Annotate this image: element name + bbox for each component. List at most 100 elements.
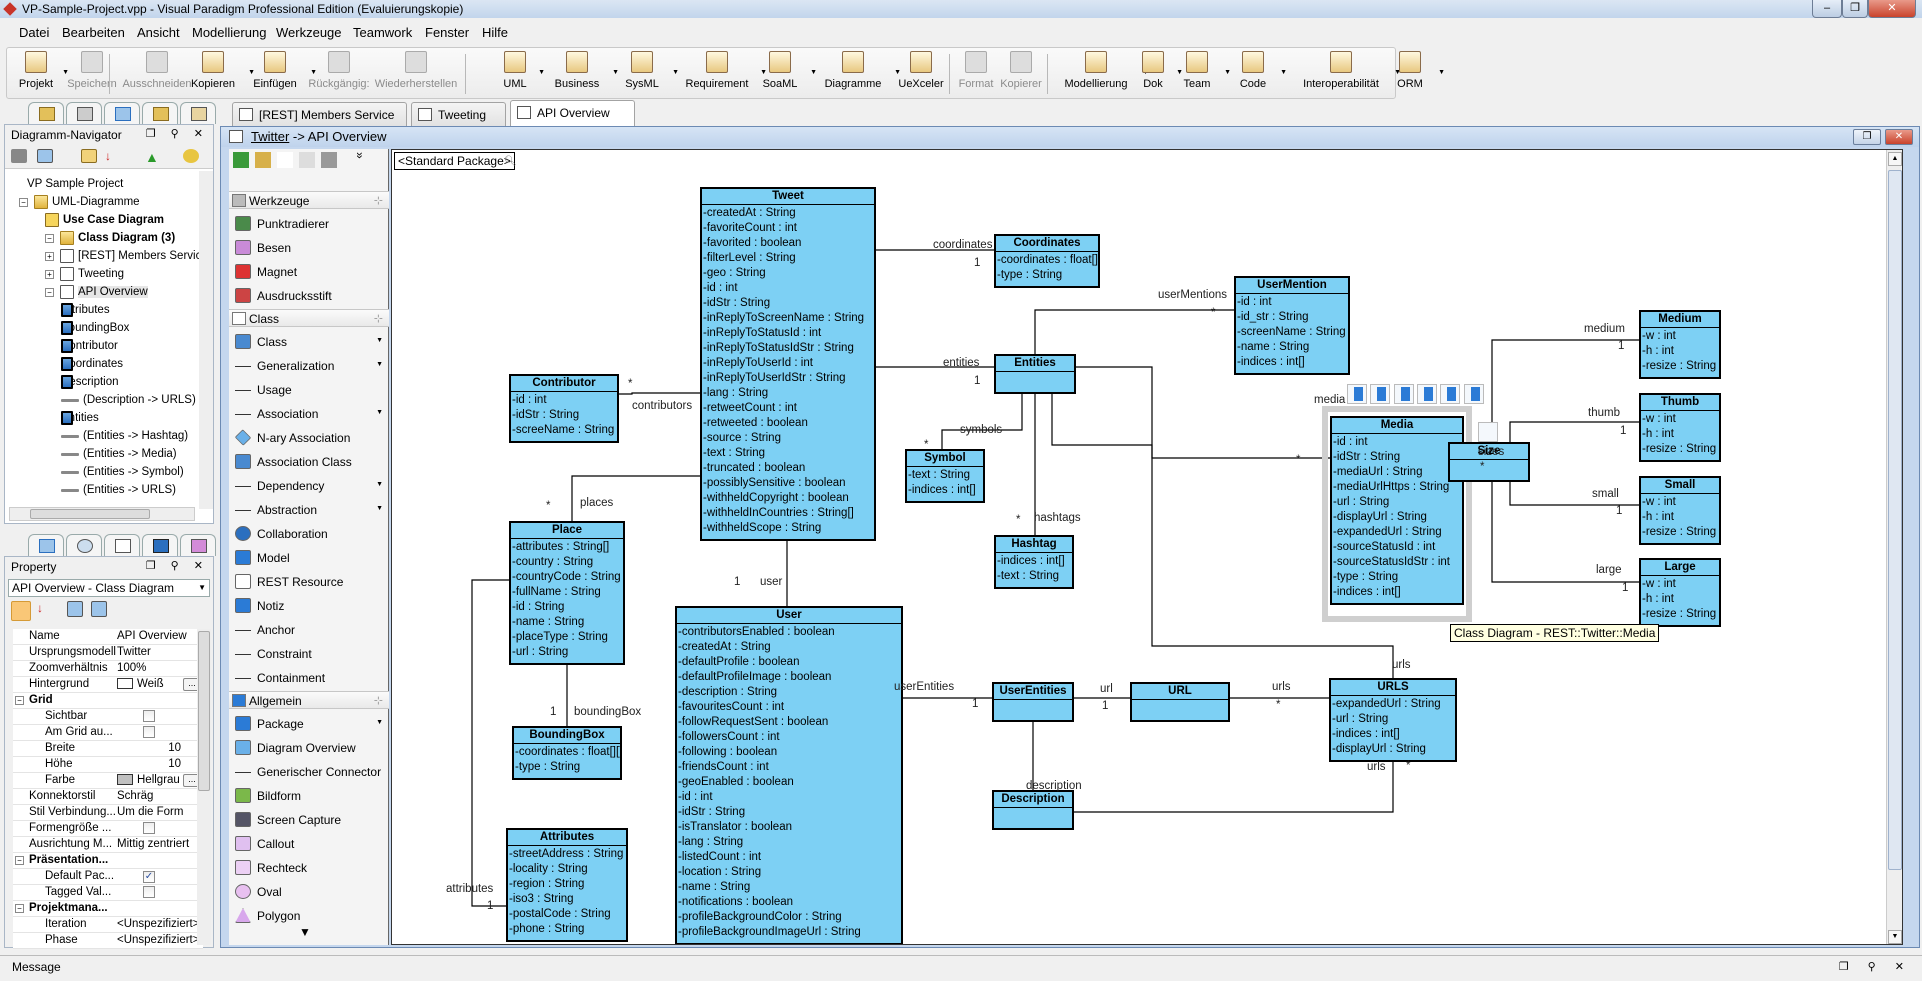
- palette-scroll-down-icon[interactable]: ▼: [299, 925, 311, 939]
- class-attribute[interactable]: -name : String: [511, 615, 623, 630]
- class-attribute[interactable]: -sourceStatusIdStr : int: [1332, 555, 1462, 570]
- property-tab-model-element[interactable]: [180, 534, 216, 556]
- toolbar-kopierer-button[interactable]: Kopierer: [995, 51, 1047, 90]
- property-row[interactable]: − Präsentation...: [13, 853, 203, 869]
- tree-item[interactable]: (Entities -> UserMention): [61, 499, 201, 501]
- toolbar-interoperabilität-button[interactable]: Interoperabilität ▼: [1291, 51, 1401, 90]
- menu-teamwork[interactable]: Teamwork: [353, 25, 412, 40]
- toolbar-sysml-button[interactable]: SysML ▼: [615, 51, 679, 90]
- class-symbol[interactable]: Symbol -text : String -indices : int[]: [905, 449, 985, 503]
- toolbar-projekt-button[interactable]: Projekt ▼: [13, 51, 69, 90]
- toolbar-uexceler-button[interactable]: UeXceler: [893, 51, 949, 90]
- package-selector[interactable]: <Standard Package>: [394, 152, 515, 170]
- toolbar-format-button[interactable]: Format: [953, 51, 999, 90]
- menu-fenster[interactable]: Fenster: [425, 25, 469, 40]
- palette-item-bildform[interactable]: Bildform: [235, 785, 385, 807]
- class-attribute[interactable]: -followRequestSent : boolean: [677, 715, 901, 730]
- class-attribute[interactable]: -createdAt : String: [677, 640, 901, 655]
- class-attribute[interactable]: -inReplyToUserId : int: [702, 356, 874, 371]
- class-attribute[interactable]: -w : int: [1641, 412, 1719, 427]
- navigator-tab-class[interactable]: [104, 102, 140, 124]
- expand-all-icon[interactable]: [67, 601, 83, 617]
- class-attribute[interactable]: -displayUrl : String: [1332, 510, 1462, 525]
- class-attribute[interactable]: -favoriteCount : int: [702, 221, 874, 236]
- class-attribute[interactable]: -text : String: [907, 468, 983, 483]
- sort-icon[interactable]: ↓: [105, 149, 121, 163]
- class-attribute[interactable]: -id : int: [511, 393, 617, 408]
- tree-item[interactable]: (Entities -> Media): [61, 445, 177, 463]
- toolbar-uml-button[interactable]: UML ▼: [495, 51, 545, 90]
- breadcrumb-parent-link[interactable]: Twitter: [251, 129, 289, 144]
- menu-werkzeuge[interactable]: Werkzeuge: [276, 25, 342, 40]
- class-attribute[interactable]: -w : int: [1641, 495, 1719, 510]
- class-attribute[interactable]: -indices : int[]: [996, 554, 1072, 569]
- class-url[interactable]: URL: [1130, 682, 1230, 722]
- dropdown-arrow-icon[interactable]: ▼: [376, 409, 383, 416]
- collapse-icon[interactable]: −: [15, 696, 24, 705]
- toolbar-soaml-button[interactable]: SoaML ▼: [753, 51, 817, 90]
- class-attribute[interactable]: -id : String: [511, 600, 623, 615]
- restore-diagram-button[interactable]: ❐: [1853, 129, 1881, 145]
- class-attribute[interactable]: -idStr : String: [1332, 450, 1462, 465]
- class-attribute[interactable]: -idStr : String: [702, 296, 874, 311]
- class-attribute[interactable]: -name : String: [677, 880, 901, 895]
- scroll-thumb[interactable]: [1888, 170, 1902, 870]
- class-place[interactable]: Place -attributes : String[] -country : St…: [509, 521, 625, 665]
- collapse-icon[interactable]: −: [19, 197, 28, 207]
- property-row[interactable]: Sichtbar: [13, 709, 203, 725]
- class-attribute[interactable]: -description : String: [677, 685, 901, 700]
- class-attribute[interactable]: -resize : String: [1641, 525, 1719, 540]
- palette-item-association-class[interactable]: Association Class: [235, 451, 385, 473]
- tree-item[interactable]: BoundingBox: [61, 319, 129, 337]
- expand-icon[interactable]: +: [45, 269, 54, 279]
- tree-item[interactable]: Entities: [61, 409, 99, 427]
- menu-modellierung[interactable]: Modellierung: [192, 25, 266, 40]
- property-tab-documentation[interactable]: [104, 534, 140, 556]
- association-line[interactable]: [619, 392, 700, 395]
- property-row[interactable]: Hintergrund Weiß...: [13, 677, 203, 693]
- class-attribute[interactable]: -coordinates : float[]: [996, 253, 1098, 268]
- property-row[interactable]: Am Grid au...: [13, 725, 203, 741]
- navigator-vertical-scrollbar[interactable]: [199, 171, 213, 509]
- tree-item[interactable]: VP Sample Project: [9, 175, 123, 193]
- toolbar-wiederherstellen-button[interactable]: Wiederherstellen: [371, 51, 461, 90]
- tab-api-overview[interactable]: API Overview: [510, 100, 635, 126]
- dropdown-arrow-icon[interactable]: ▼: [376, 337, 383, 344]
- menu-bearbeiten[interactable]: Bearbeiten: [62, 25, 125, 40]
- palette-item-usage[interactable]: Usage: [235, 379, 385, 401]
- class-attribute[interactable]: -resize : String: [1641, 359, 1719, 374]
- palette-item-association[interactable]: Association ▼: [235, 403, 385, 425]
- class-attribute[interactable]: -location : String: [677, 865, 901, 880]
- class-attribute[interactable]: -text : String: [702, 446, 874, 461]
- toolbar-code-button[interactable]: Code ▼: [1229, 51, 1287, 90]
- class-attribute[interactable]: -fullName : String: [511, 585, 623, 600]
- class-attribute[interactable]: -streetAddress : String: [508, 847, 626, 862]
- class-attribute[interactable]: -mediaUrl : String: [1332, 465, 1462, 480]
- class-media[interactable]: Media -id : int -idStr : String -mediaUrl :…: [1330, 416, 1464, 605]
- dropdown-arrow-icon[interactable]: ▼: [376, 481, 383, 488]
- class-attribute[interactable]: -favorited : boolean: [702, 236, 874, 251]
- toolbar-diagramme-button[interactable]: Diagramme ▼: [815, 51, 901, 90]
- checkbox[interactable]: [143, 710, 155, 722]
- tree-item[interactable]: − Class Diagram (3): [45, 229, 175, 247]
- class-attributes[interactable]: Attributes -streetAddress : String -locali…: [506, 828, 628, 942]
- palette-item-ausdrucksstift[interactable]: Ausdrucksstift: [235, 285, 385, 307]
- property-row[interactable]: Breite 10: [13, 741, 203, 757]
- panel-controls[interactable]: ❐ ⚲ ✕: [146, 127, 209, 140]
- class-attribute[interactable]: -displayUrl : String: [1331, 742, 1455, 757]
- up-arrow-icon[interactable]: ▲: [145, 149, 161, 165]
- palette-section-allgemein[interactable]: Allgemein ⊹: [229, 691, 389, 709]
- class-user[interactable]: User -contributorsEnabled : boolean -creat…: [675, 606, 903, 944]
- class-attribute[interactable]: -idStr : String: [511, 408, 617, 423]
- resource-catalog-icon[interactable]: [1464, 384, 1484, 404]
- lock-icon[interactable]: [255, 152, 271, 168]
- hand-icon[interactable]: [277, 152, 293, 168]
- class-attribute[interactable]: -type : String: [996, 268, 1098, 283]
- resource-catalog-icon[interactable]: [1394, 384, 1414, 404]
- toolbar-business-button[interactable]: Business ▼: [545, 51, 619, 90]
- scroll-thumb[interactable]: [30, 509, 150, 519]
- class-attribute[interactable]: -indices : int[]: [1236, 355, 1348, 370]
- property-row[interactable]: Iteration <Unspezifiziert>: [13, 917, 203, 933]
- property-row[interactable]: Zoomverhältnis 100%: [13, 661, 203, 677]
- diagram-canvas[interactable]: <Standard Package> 🔍︎ Tweet -createdAt : …: [391, 149, 1903, 945]
